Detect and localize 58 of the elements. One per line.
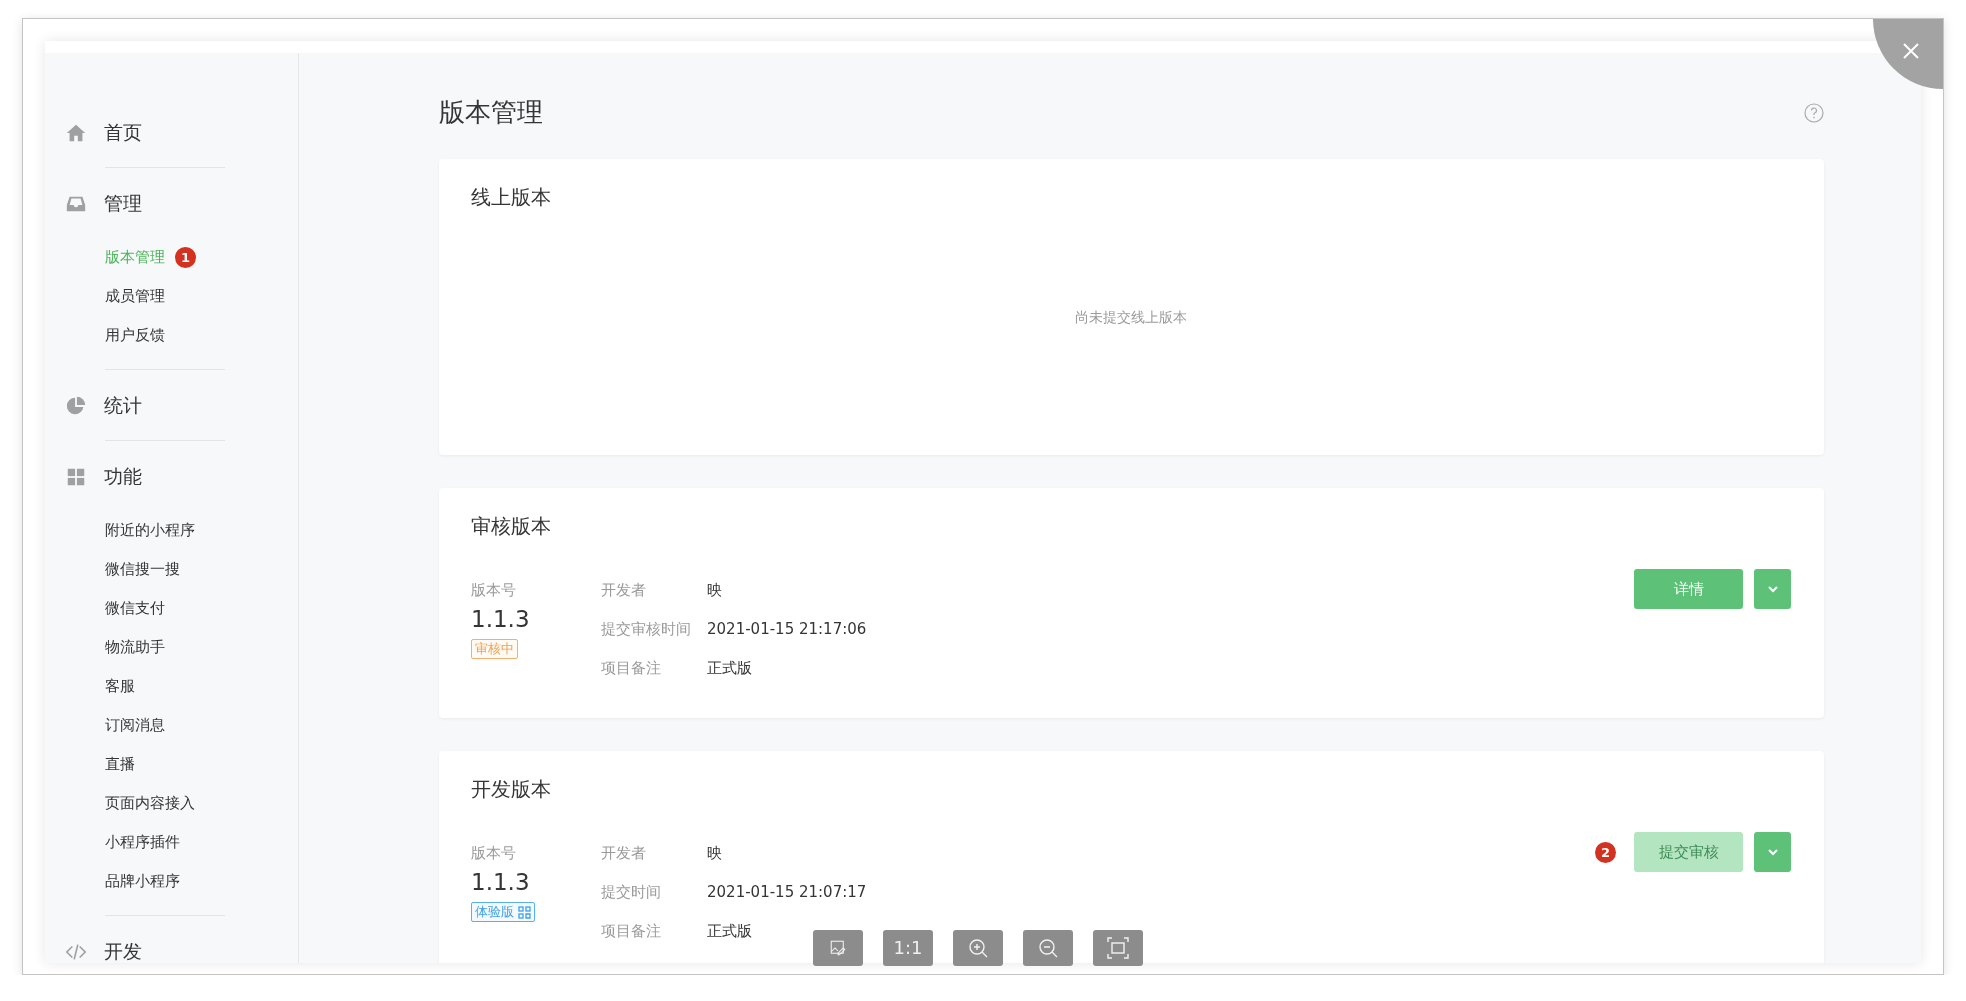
- grid-icon: [65, 466, 87, 488]
- viewer-tool-button[interactable]: [813, 930, 863, 966]
- sidebar-subitem[interactable]: 附近的小程序: [105, 521, 195, 540]
- field-label: 开发者: [601, 580, 647, 601]
- empty-message: 尚未提交线上版本: [1075, 308, 1187, 327]
- notification-badge: 1: [175, 247, 196, 268]
- field-value: 正式版: [707, 921, 752, 942]
- sidebar-item[interactable]: 统计: [45, 386, 298, 426]
- sidebar-subitem[interactable]: 微信搜一搜: [105, 560, 180, 579]
- sidebar-subitem[interactable]: 订阅消息: [105, 716, 165, 735]
- zoom-in-icon: [966, 936, 990, 960]
- status-tag: 审核中: [471, 639, 518, 659]
- fit-screen-icon: [1106, 936, 1130, 960]
- field-label: 版本号: [471, 580, 517, 601]
- field-value: 2021-01-15 21:17:06: [707, 619, 867, 640]
- notification-badge: 2: [1595, 841, 1616, 863]
- viewer-tool-button[interactable]: [953, 930, 1003, 966]
- sidebar-item[interactable]: 管理: [45, 184, 298, 224]
- sidebar-item[interactable]: 首页: [45, 113, 298, 153]
- dropdown-button[interactable]: [1754, 832, 1791, 872]
- field-value: 映: [707, 843, 722, 864]
- sidebar-subitem[interactable]: 客服: [105, 677, 135, 696]
- viewer-tool-button[interactable]: [1093, 930, 1143, 966]
- version-number: 1.1.3: [471, 868, 531, 896]
- help-icon[interactable]: [1804, 102, 1824, 123]
- version-number: 1.1.3: [471, 605, 531, 633]
- field-label: 提交时间: [601, 882, 662, 903]
- qr-code-icon: [518, 905, 531, 919]
- field-label: 项目备注: [601, 658, 662, 679]
- viewer-tool-button[interactable]: [1023, 930, 1073, 966]
- sidebar-subitem[interactable]: 页面内容接入: [105, 794, 195, 813]
- sidebar-subitem[interactable]: 成员管理: [105, 287, 165, 306]
- dropdown-button[interactable]: [1754, 569, 1791, 609]
- sidebar-subitem[interactable]: 微信支付: [105, 599, 165, 618]
- field-value: 2021-01-15 21:07:17: [707, 882, 867, 903]
- field-value: 映: [707, 580, 722, 601]
- sidebar-subitem[interactable]: 直播: [105, 755, 135, 774]
- field-value: 正式版: [707, 658, 752, 679]
- zoom-out-icon: [1036, 936, 1060, 960]
- field-label: 开发者: [601, 843, 647, 864]
- field-label: 版本号: [471, 843, 517, 864]
- sidebar-subitem[interactable]: 小程序插件: [105, 833, 180, 852]
- image-edit-icon: [829, 939, 847, 957]
- card-title: 审核版本: [471, 513, 552, 539]
- sidebar-item[interactable]: 功能: [45, 457, 298, 497]
- pie-chart-icon: [65, 395, 87, 417]
- field-label: 提交审核时间: [601, 619, 692, 640]
- sidebar-item[interactable]: 开发: [45, 932, 298, 963]
- home-icon: [65, 122, 87, 144]
- sidebar-subitem[interactable]: 物流助手: [105, 638, 165, 657]
- status-tag: 体验版: [471, 902, 535, 922]
- card-title: 线上版本: [471, 184, 552, 210]
- card-title: 开发版本: [471, 776, 552, 802]
- close-icon: [1901, 41, 1921, 61]
- sidebar-subitem[interactable]: 用户反馈: [105, 326, 165, 345]
- field-label: 项目备注: [601, 921, 662, 942]
- sidebar-subitem[interactable]: 品牌小程序: [105, 872, 180, 891]
- page-title: 版本管理: [439, 96, 543, 129]
